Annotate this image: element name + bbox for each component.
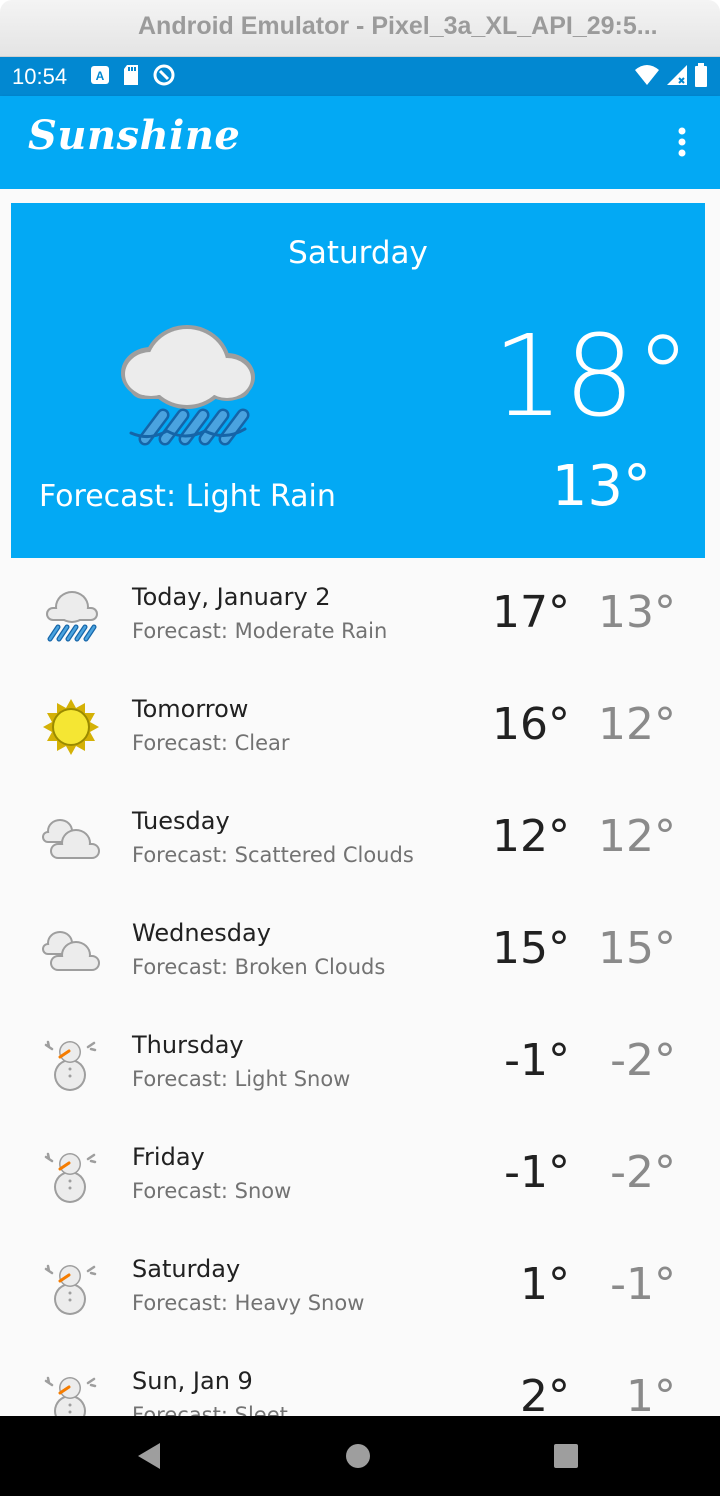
status-bar: 10:54 A — [0, 57, 720, 96]
forecast-description: Forecast: Light Snow — [132, 1067, 351, 1091]
forecast-date: Tuesday — [132, 807, 230, 835]
svg-text:A: A — [96, 69, 105, 83]
forecast-high-temp: 2° — [520, 1371, 570, 1417]
forecast-high-temp: -1° — [504, 1147, 570, 1198]
more-vert-icon[interactable] — [670, 126, 694, 160]
forecast-description: Forecast: Moderate Rain — [132, 619, 388, 643]
today-low-temp: 13° — [551, 454, 651, 519]
snowman-icon — [40, 1369, 102, 1416]
today-high-temp: 18° — [492, 312, 691, 442]
clouds-icon — [40, 921, 102, 981]
snowman-icon — [40, 1257, 102, 1317]
forecast-description: Forecast: Sleet — [132, 1403, 288, 1416]
recents-icon[interactable] — [548, 1438, 584, 1474]
forecast-list-item[interactable]: Thursday Forecast: Light Snow -1° -2° — [0, 1007, 720, 1119]
forecast-date: Friday — [132, 1143, 205, 1171]
forecast-low-temp: 15° — [598, 923, 676, 974]
app-title: Sunshine — [28, 112, 241, 159]
forecast-high-temp: -1° — [504, 1035, 570, 1086]
status-notification-icons: A — [90, 64, 176, 90]
forecast-date: Saturday — [132, 1255, 241, 1283]
forecast-description: Forecast: Clear — [132, 731, 290, 755]
back-icon[interactable] — [132, 1438, 168, 1474]
a-notification-icon: A — [90, 65, 110, 89]
clouds-icon — [40, 809, 102, 869]
emulator-title: Android Emulator - Pixel_3a_XL_API_29:5.… — [138, 12, 658, 40]
status-time: 10:54 — [12, 64, 68, 89]
battery-icon — [694, 63, 708, 91]
today-day: Saturday — [288, 235, 428, 271]
forecast-high-temp: 16° — [492, 699, 570, 750]
forecast-low-temp: -2° — [610, 1035, 676, 1086]
sun-icon — [40, 697, 102, 757]
forecast-low-temp: 12° — [598, 811, 676, 862]
forecast-low-temp: -2° — [610, 1147, 676, 1198]
today-forecast-card[interactable]: Saturday Forecast: Light Rain 18° 13° — [11, 203, 705, 558]
app-bar: Sunshine — [0, 96, 720, 189]
forecast-date: Today, January 2 — [132, 583, 331, 611]
wifi-icon — [634, 64, 660, 90]
emulator-window: Android Emulator - Pixel_3a_XL_API_29:5.… — [0, 0, 720, 1496]
signal-icon — [666, 64, 688, 90]
forecast-date: Wednesday — [132, 919, 271, 947]
forecast-date: Tomorrow — [132, 695, 249, 723]
forecast-list-item[interactable]: Saturday Forecast: Heavy Snow 1° -1° — [0, 1231, 720, 1343]
forecast-description: Forecast: Broken Clouds — [132, 955, 386, 979]
sd-card-icon — [122, 64, 140, 90]
forecast-list[interactable]: Today, January 2 Forecast: Moderate Rain… — [0, 559, 720, 1416]
forecast-high-temp: 17° — [492, 587, 570, 638]
forecast-list-item[interactable]: Wednesday Forecast: Broken Clouds 15° 15… — [0, 895, 720, 1007]
forecast-description: Forecast: Scattered Clouds — [132, 843, 414, 867]
forecast-high-temp: 1° — [520, 1259, 570, 1310]
snowman-icon — [40, 1033, 102, 1093]
forecast-date: Thursday — [132, 1031, 244, 1059]
forecast-low-temp: 12° — [598, 699, 676, 750]
data-saver-icon — [152, 63, 176, 91]
forecast-list-item[interactable]: Today, January 2 Forecast: Moderate Rain… — [0, 559, 720, 671]
forecast-list-item[interactable]: Friday Forecast: Snow -1° -2° — [0, 1119, 720, 1231]
forecast-date: Sun, Jan 9 — [132, 1367, 253, 1395]
forecast-description: Forecast: Heavy Snow — [132, 1291, 365, 1315]
emulator-title-bar[interactable]: Android Emulator - Pixel_3a_XL_API_29:5.… — [0, 0, 720, 57]
today-forecast-text: Forecast: Light Rain — [39, 479, 336, 514]
forecast-low-temp: 1° — [626, 1371, 676, 1417]
forecast-list-item[interactable]: Tomorrow Forecast: Clear 16° 12° — [0, 671, 720, 783]
forecast-list-item[interactable]: Sun, Jan 9 Forecast: Sleet 2° 1° — [0, 1343, 720, 1416]
forecast-high-temp: 12° — [492, 811, 570, 862]
forecast-description: Forecast: Snow — [132, 1179, 292, 1203]
snowman-icon — [40, 1145, 102, 1205]
forecast-list-item[interactable]: Tuesday Forecast: Scattered Clouds 12° 1… — [0, 783, 720, 895]
forecast-low-temp: 13° — [598, 587, 676, 638]
forecast-high-temp: 15° — [492, 923, 570, 974]
rain-icon — [115, 311, 257, 451]
home-icon[interactable] — [340, 1438, 376, 1474]
navigation-bar — [0, 1416, 720, 1496]
rain-icon — [40, 585, 102, 645]
status-system-icons — [634, 63, 708, 91]
forecast-low-temp: -1° — [610, 1259, 676, 1310]
